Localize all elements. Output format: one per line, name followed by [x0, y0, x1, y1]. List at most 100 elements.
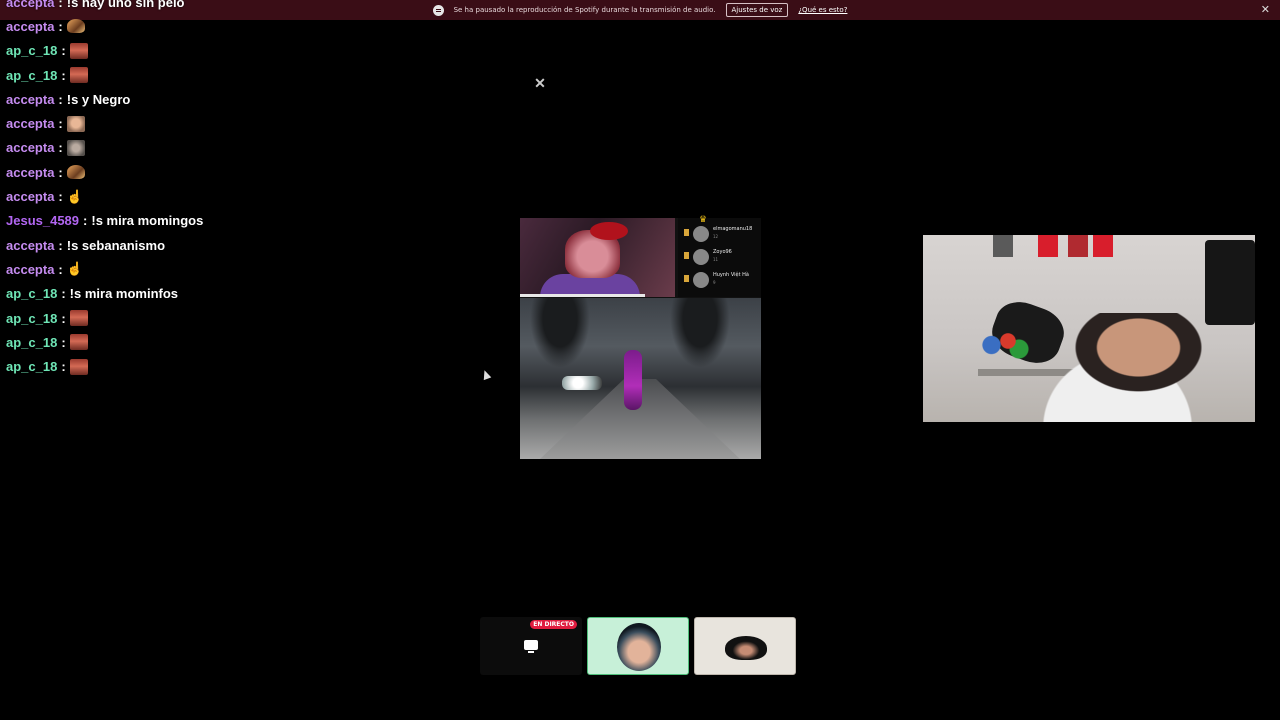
avatar — [693, 226, 709, 242]
face-emote-icon — [69, 42, 88, 59]
leaderboard-name-text: Zoyo96 — [713, 249, 732, 255]
chat-message: accepta: !s y Negro — [6, 87, 446, 111]
chat-separator: : — [58, 164, 63, 180]
streamer-cam-in-share — [520, 218, 675, 297]
chat-message: ap_c_18: !s mira mominfos — [6, 282, 446, 306]
voice-settings-button[interactable]: Ajustes de voz — [725, 3, 789, 17]
chat-text: !s mira mominfos — [69, 286, 179, 302]
avatar-tile[interactable] — [587, 617, 689, 675]
chat-message: Jesus_4589: !s mira momingos — [6, 209, 446, 233]
chat-text: !s sebananismo — [66, 237, 166, 253]
chat-message: ap_c_18: — [6, 354, 446, 378]
chat-separator: : — [61, 43, 66, 59]
chat-separator: : — [58, 18, 63, 34]
chat-username[interactable]: accepta — [6, 116, 54, 131]
avatar — [617, 623, 661, 671]
face-emote-icon — [69, 334, 88, 351]
chat-message: accepta: — [6, 160, 446, 184]
chat-separator: : — [61, 67, 66, 83]
chat-separator: : — [58, 261, 63, 277]
chat-message: ap_c_18: — [6, 330, 446, 354]
chat-separator: : — [58, 0, 63, 10]
chat-text: !s y Negro — [66, 91, 131, 107]
chat-username[interactable]: accepta — [6, 165, 54, 180]
chat-separator: : — [61, 334, 66, 350]
chat-username[interactable]: accepta — [6, 92, 54, 107]
leaderboard-row: Huynh Việt Hà 9 — [684, 272, 749, 288]
chat-message: accepta: !s hay uno sin pelo — [6, 0, 446, 14]
mouse-cursor-icon — [480, 368, 492, 381]
chat-username[interactable]: accepta — [6, 19, 54, 34]
whats-this-link[interactable]: ¿Qué es esto? — [798, 6, 847, 14]
live-badge: EN DIRECTO — [530, 620, 577, 629]
chat-username[interactable]: accepta — [6, 189, 54, 204]
chat-username[interactable]: ap_c_18 — [6, 335, 57, 350]
chat-separator: : — [58, 116, 63, 132]
chat-username[interactable]: accepta — [6, 262, 54, 277]
leaderboard-name-text: elmagomanu18 — [713, 226, 753, 232]
chat-separator: : — [58, 237, 63, 253]
leaderboard-score: 11 — [713, 257, 719, 262]
poster — [1068, 235, 1088, 257]
chat-message: accepta: ☝ — [6, 257, 446, 281]
avatar — [693, 249, 709, 265]
webcam-feed[interactable] — [923, 235, 1255, 422]
notification-message: Se ha pausado la reproducción de Spotify… — [453, 6, 716, 14]
chat-message: accepta: ☝ — [6, 184, 446, 208]
chat-username[interactable]: ap_c_18 — [6, 359, 57, 374]
hand-emote-icon: ☝ — [66, 188, 83, 204]
streamer — [1023, 313, 1233, 422]
poster — [1038, 235, 1058, 257]
capcut-icon: ✕ — [534, 75, 546, 91]
chat-message: accepta: — [6, 136, 446, 160]
leaderboard-name-text: Huynh Việt Hà — [713, 272, 749, 278]
medal-icon — [684, 229, 689, 236]
screen-share-tile[interactable]: EN DIRECTO — [480, 617, 582, 675]
chat-username[interactable]: ap_c_18 — [6, 286, 57, 301]
toys — [975, 325, 1030, 365]
chat-message: accepta: !s sebananismo — [6, 233, 446, 257]
avatar — [693, 272, 709, 288]
leaderboard-row: elmagomanu18 12 — [684, 226, 752, 242]
face-emote-icon — [69, 67, 88, 84]
chat-message: ap_c_18: — [6, 306, 446, 330]
leaderboard-name: elmagomanu18 12 — [713, 226, 752, 240]
close-icon[interactable]: ✕ — [1261, 3, 1270, 16]
chat-separator: : — [83, 213, 88, 229]
game-character — [624, 350, 642, 410]
tree — [530, 298, 590, 368]
poster — [993, 235, 1013, 257]
chat-message: accepta: — [6, 111, 446, 135]
chat-text: !s mira momingos — [91, 213, 204, 229]
chat-separator: : — [58, 140, 63, 156]
chat-username[interactable]: accepta — [6, 238, 54, 253]
leaderboard-row: Zoyo96 11 — [684, 249, 732, 265]
chat-message: ap_c_18: — [6, 39, 446, 63]
chat-username[interactable]: accepta — [6, 140, 54, 155]
leaderboard-name: Zoyo96 11 — [713, 249, 732, 263]
camera-tile[interactable] — [694, 617, 796, 675]
chat-separator: : — [61, 359, 66, 375]
face-emote-icon — [69, 358, 88, 375]
chat-username[interactable]: ap_c_18 — [6, 68, 57, 83]
chat-username[interactable]: ap_c_18 — [6, 311, 57, 326]
cat-emote-icon — [66, 139, 85, 156]
medal-icon — [684, 275, 689, 282]
chat-username[interactable]: Jesus_4589 — [6, 213, 79, 228]
hat — [590, 222, 628, 240]
chat-separator: : — [58, 189, 63, 205]
meme-emote-icon — [66, 115, 85, 132]
leaderboard-score: 9 — [713, 280, 716, 285]
chat-separator: : — [58, 91, 63, 107]
chat-username[interactable]: accepta — [6, 0, 54, 10]
chat-username[interactable]: ap_c_18 — [6, 43, 57, 58]
participant-tiles: EN DIRECTO — [480, 617, 796, 675]
screen-share-preview[interactable]: ♛ elmagomanu18 12 Zoyo96 11 Huynh Việt Hà 9 — [520, 214, 761, 459]
leaderboard-score: 12 — [713, 234, 719, 239]
tortilla-emote-icon — [66, 165, 85, 180]
chat-separator: : — [61, 310, 66, 326]
game-view — [520, 298, 761, 459]
crown-icon: ♛ — [699, 214, 708, 224]
poster — [1093, 235, 1113, 257]
monitor-icon — [524, 640, 538, 653]
